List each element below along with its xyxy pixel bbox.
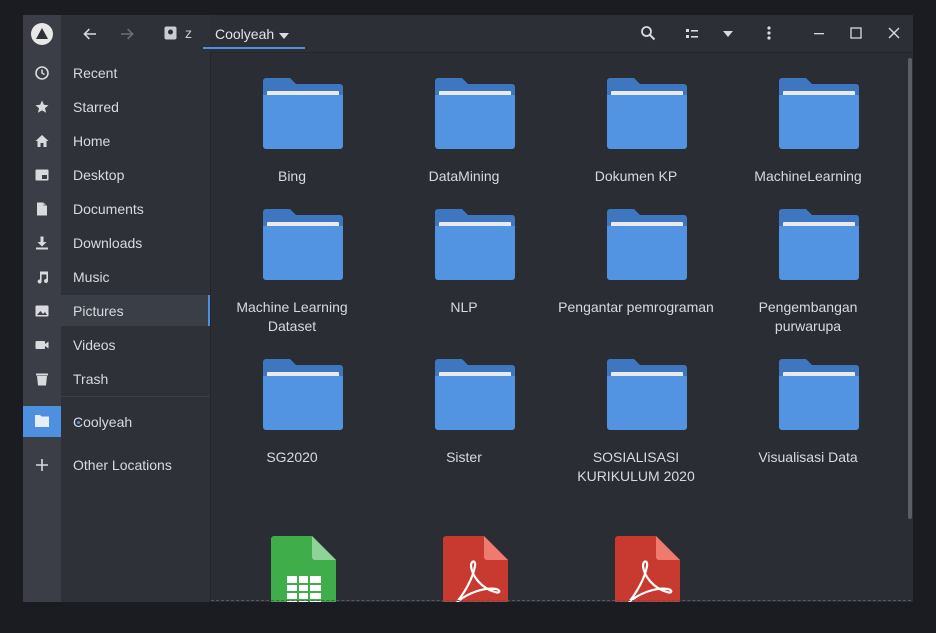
home-icon[interactable] xyxy=(34,133,50,149)
menu-kebab-icon[interactable] xyxy=(761,25,777,41)
folder-item[interactable]: Pengantar pemrograman xyxy=(558,208,714,338)
folder-name: Sister xyxy=(446,449,482,465)
maximize-icon[interactable] xyxy=(848,25,864,41)
folder-item[interactable]: SOSIALISASI KURIKULUM 2020 xyxy=(576,358,696,488)
music-icon[interactable] xyxy=(34,269,50,285)
folder-item[interactable]: Pengembangan purwarupa xyxy=(748,208,868,338)
folder-icon xyxy=(435,78,515,149)
sidebar-item-trash[interactable]: Trash xyxy=(73,371,108,387)
trash-icon[interactable] xyxy=(34,371,50,387)
file-manager-window: Recent Starred Home Desktop Documents Do… xyxy=(23,15,913,602)
sidebar-item-videos[interactable]: Videos xyxy=(73,337,116,353)
sidebar-item-recent[interactable]: Recent xyxy=(73,65,117,81)
folder-name: NLP xyxy=(450,299,478,315)
sidebar-selection-indicator xyxy=(208,295,210,326)
folder-icon xyxy=(779,209,859,280)
breadcrumb-drive[interactable]: z xyxy=(185,25,192,41)
folder-name: SOSIALISASI KURIKULUM 2020 xyxy=(577,449,695,484)
sidebar-item-music[interactable]: Music xyxy=(73,269,110,285)
spreadsheet-icon[interactable] xyxy=(271,536,337,602)
folder-item[interactable]: Visualisasi Data xyxy=(748,358,868,488)
folder-name: MachineLearning xyxy=(754,168,862,184)
folder-icon xyxy=(607,78,687,149)
folder-icon xyxy=(35,415,49,427)
app-logo-icon xyxy=(31,23,53,45)
document-icon[interactable] xyxy=(34,201,50,217)
clock-icon[interactable] xyxy=(34,65,50,81)
folder-icon xyxy=(435,359,515,430)
folder-icon xyxy=(263,78,343,149)
header-bar xyxy=(210,15,913,53)
folder-item[interactable]: Machine Learning Dataset xyxy=(232,208,352,338)
sidebar-item-downloads[interactable]: Downloads xyxy=(73,235,142,251)
folder-name: SG2020 xyxy=(266,449,318,465)
plus-icon[interactable] xyxy=(34,457,50,473)
folder-item[interactable]: DataMining xyxy=(404,77,524,207)
folder-icon xyxy=(607,209,687,280)
vertical-scrollbar[interactable] xyxy=(908,58,912,519)
folder-icon xyxy=(779,359,859,430)
breadcrumb-current-label: Coolyeah xyxy=(215,26,275,42)
sidebar-item-label: Coolyeah xyxy=(73,414,133,430)
download-icon[interactable] xyxy=(34,235,50,251)
sidebar-item-documents[interactable]: Documents xyxy=(73,201,144,217)
folder-name: DataMining xyxy=(428,168,500,184)
folder-item[interactable]: Dokumen KP xyxy=(576,77,696,207)
sidebar-icon-strip xyxy=(23,15,61,602)
folder-icon xyxy=(779,78,859,149)
sidebar-item-starred[interactable]: Starred xyxy=(73,99,119,115)
folder-icon xyxy=(263,359,343,430)
view-options-chevron-icon[interactable] xyxy=(723,31,733,37)
back-arrow-icon[interactable] xyxy=(82,26,98,42)
chevron-down-icon xyxy=(279,33,289,39)
desktop-icon[interactable] xyxy=(34,167,50,183)
sidebar-item-pictures[interactable]: Pictures xyxy=(73,303,124,319)
list-view-icon[interactable] xyxy=(684,26,700,42)
folder-name: Pengembangan purwarupa xyxy=(758,299,858,334)
status-edge-divider xyxy=(211,600,911,601)
search-icon[interactable] xyxy=(640,25,656,41)
sidebar-item-desktop[interactable]: Desktop xyxy=(73,167,124,183)
video-icon[interactable] xyxy=(34,337,50,353)
folder-item[interactable]: Bing xyxy=(232,77,352,207)
folder-item[interactable]: SG2020 xyxy=(232,358,352,488)
folder-name: Dokumen KP xyxy=(594,168,678,184)
close-icon[interactable] xyxy=(886,25,902,41)
sidebar-separator xyxy=(61,396,210,397)
pdf-icon[interactable] xyxy=(443,536,509,602)
file-grid: Bing DataMining Dokumen KP MachineLearni… xyxy=(211,53,913,602)
folder-item[interactable]: Sister xyxy=(404,358,524,488)
drive-icon xyxy=(164,26,177,40)
breadcrumb-current[interactable]: Coolyeah xyxy=(203,23,305,49)
folder-icon xyxy=(607,359,687,430)
folder-item[interactable]: MachineLearning xyxy=(748,77,868,207)
bookmark-folder-selected[interactable] xyxy=(23,406,61,437)
sidebar-item-other-locations[interactable]: Other Locations xyxy=(73,457,172,473)
forward-arrow-icon[interactable] xyxy=(119,26,135,42)
pdf-icon[interactable] xyxy=(615,536,681,602)
folder-item[interactable]: NLP xyxy=(404,208,524,338)
image-icon[interactable] xyxy=(34,303,50,319)
folder-name: Bing xyxy=(277,168,307,184)
folder-name: Machine Learning Dataset xyxy=(236,299,348,334)
sidebar-item-home[interactable]: Home xyxy=(73,133,110,149)
folder-name: Pengantar pemrograman xyxy=(558,299,714,315)
folder-icon xyxy=(263,209,343,280)
folder-name: Visualisasi Data xyxy=(758,449,858,465)
minimize-icon[interactable] xyxy=(811,25,827,41)
star-icon[interactable] xyxy=(34,99,50,115)
mounted-indicator xyxy=(77,421,80,424)
sidebar-item-coolyeah[interactable]: Coolyeah xyxy=(73,414,132,430)
folder-icon xyxy=(435,209,515,280)
